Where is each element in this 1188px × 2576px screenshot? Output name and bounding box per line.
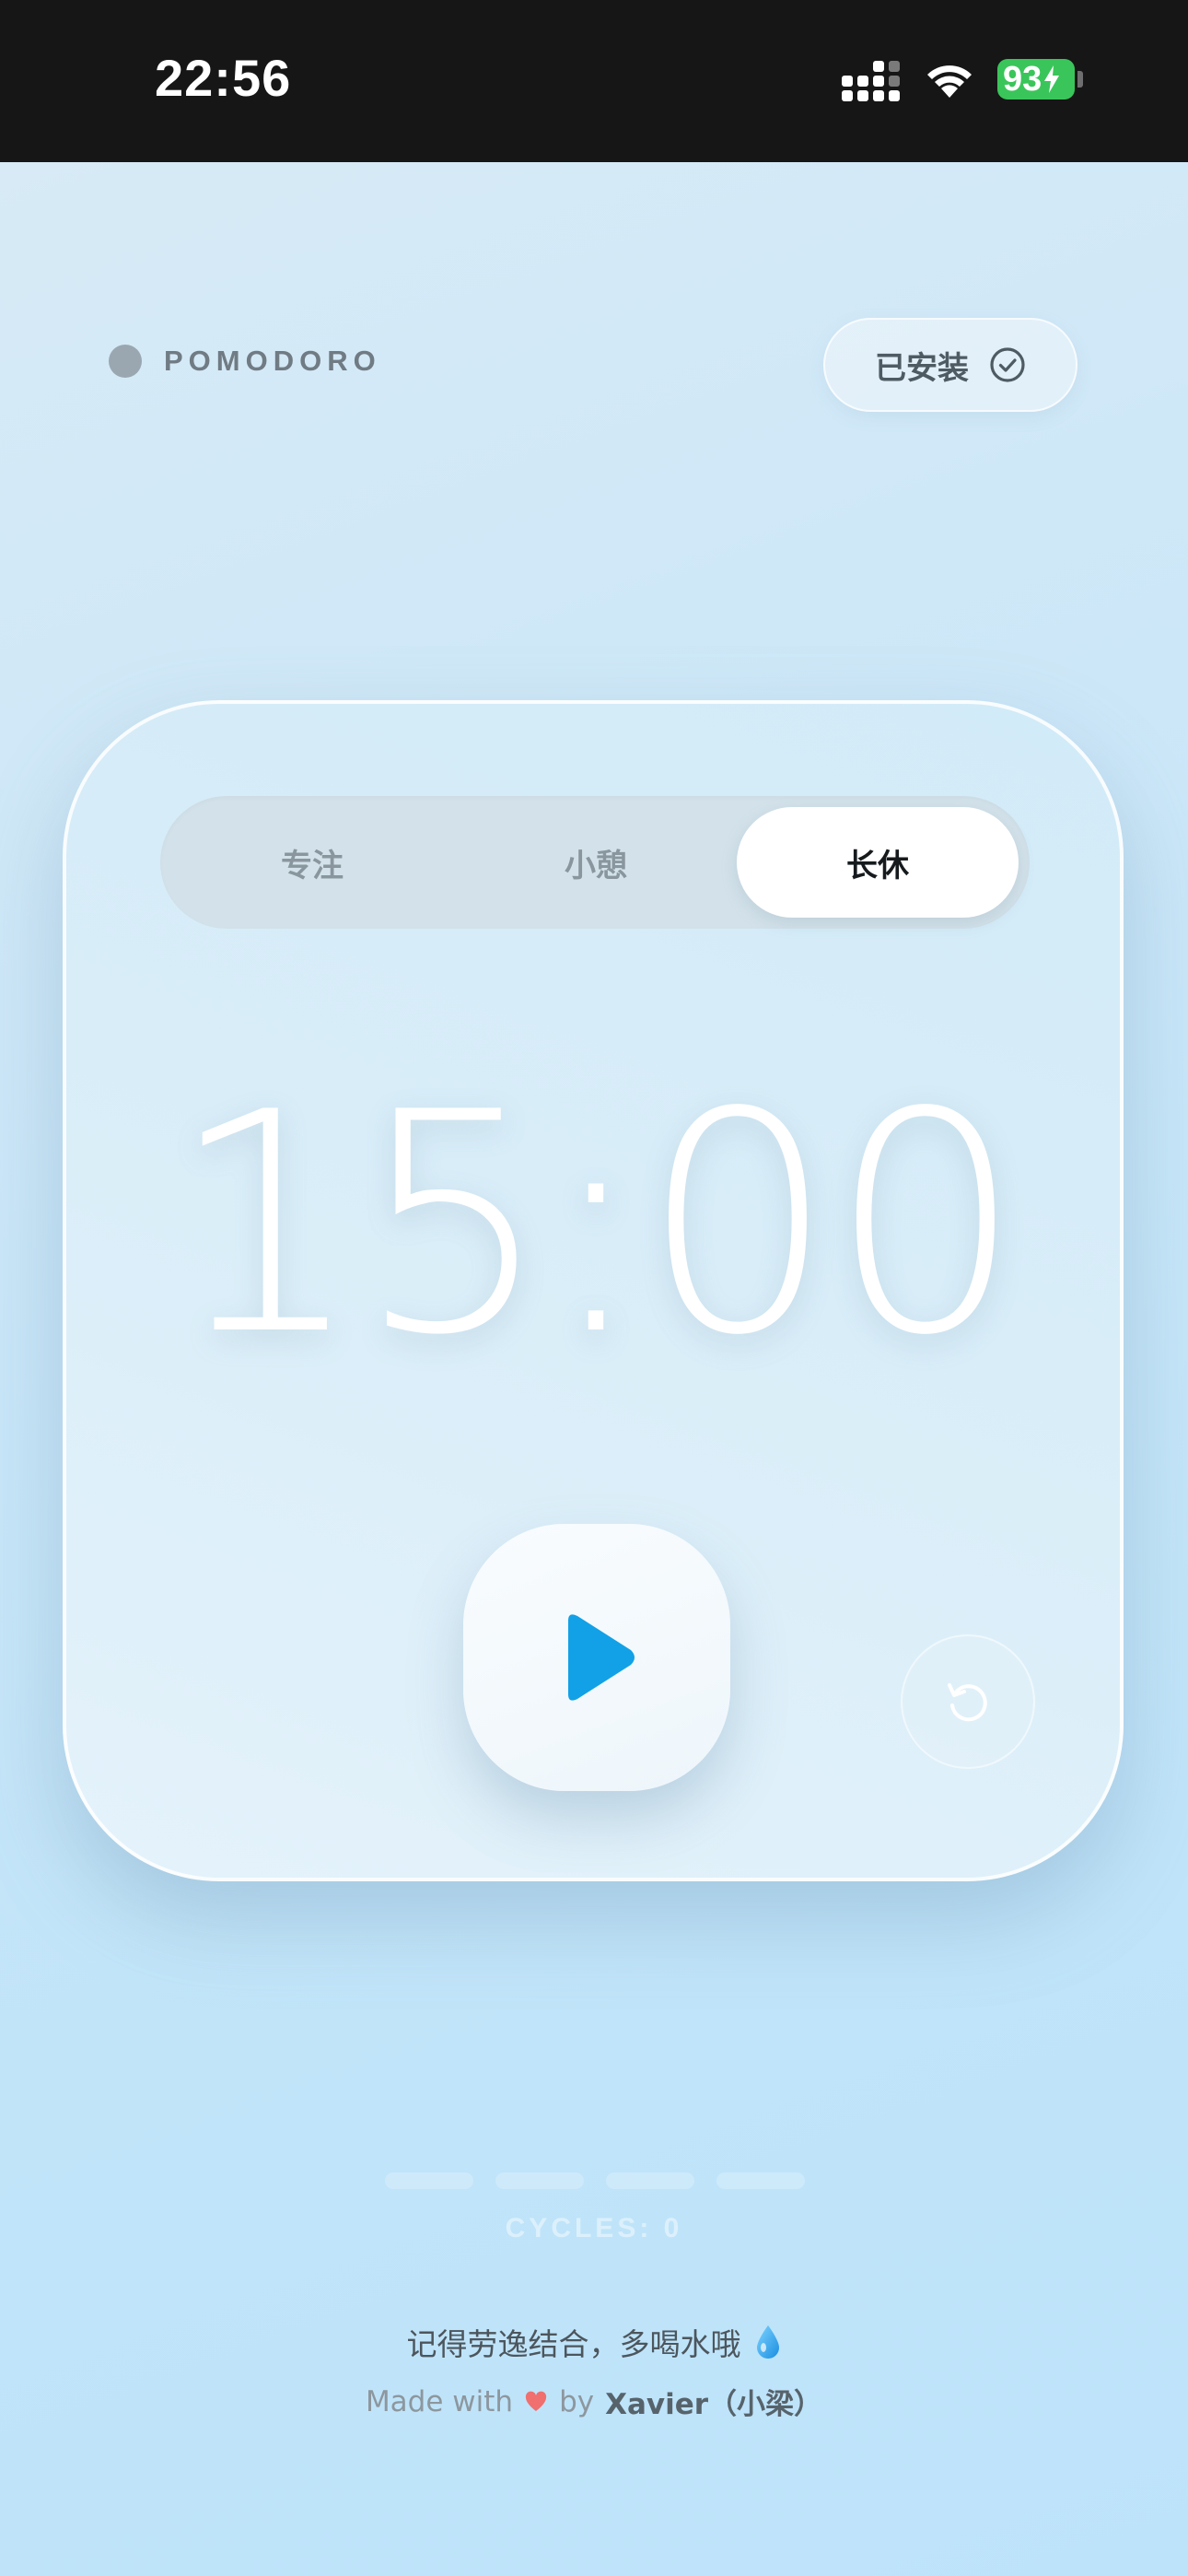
tab-long-break[interactable]: 长休 bbox=[737, 807, 1019, 918]
installed-label: 已安装 bbox=[875, 349, 969, 387]
reminder-text: 记得劳逸结合，多喝水哦 bbox=[0, 2320, 1188, 2364]
play-icon bbox=[568, 1614, 635, 1701]
status-time: 22:56 bbox=[155, 49, 292, 107]
reset-button[interactable] bbox=[901, 1634, 1035, 1769]
reset-icon bbox=[948, 1683, 987, 1722]
battery-icon: 93 bbox=[997, 59, 1075, 100]
made-with-label: Made with bbox=[365, 2384, 514, 2418]
tab-focus[interactable]: 专注 bbox=[160, 807, 464, 918]
reminder-label: 记得劳逸结合，多喝水哦 bbox=[406, 2326, 741, 2362]
mode-tabs: 专注 小憩 长休 bbox=[160, 796, 1030, 929]
timer-card: 专注 小憩 长休 15:00 bbox=[63, 700, 1124, 1881]
installed-button[interactable]: 已安装 bbox=[823, 318, 1077, 412]
by-label: by bbox=[559, 2384, 595, 2418]
charging-bolt-icon bbox=[1044, 65, 1060, 93]
brand-title: POMODORO bbox=[164, 345, 381, 377]
play-button[interactable] bbox=[463, 1524, 730, 1791]
status-dot bbox=[109, 345, 142, 378]
cycle-bar bbox=[716, 2172, 805, 2189]
wifi-icon bbox=[927, 65, 972, 98]
author-link[interactable]: Xavier（小梁） bbox=[605, 2381, 822, 2422]
water-drop-icon bbox=[756, 2325, 779, 2359]
cycle-bar bbox=[495, 2172, 584, 2189]
cycle-bar bbox=[606, 2172, 694, 2189]
timer-display: 15:00 bbox=[169, 1048, 1022, 1401]
battery-cap bbox=[1077, 71, 1083, 88]
battery-level: 93 bbox=[1003, 60, 1042, 99]
cycle-bar bbox=[385, 2172, 473, 2189]
heart-icon bbox=[525, 2391, 547, 2411]
cycles-count: CYCLES: 0 bbox=[505, 2213, 683, 2243]
cycle-progress bbox=[385, 2172, 805, 2189]
signal-icon bbox=[842, 59, 906, 101]
tab-short-break[interactable]: 小憩 bbox=[455, 807, 737, 918]
status-bar: 22:56 93 bbox=[0, 0, 1188, 162]
check-circle-icon bbox=[990, 347, 1025, 382]
credit-line: Made with by Xavier（小梁） bbox=[0, 2381, 1188, 2422]
brand: POMODORO bbox=[109, 345, 381, 378]
